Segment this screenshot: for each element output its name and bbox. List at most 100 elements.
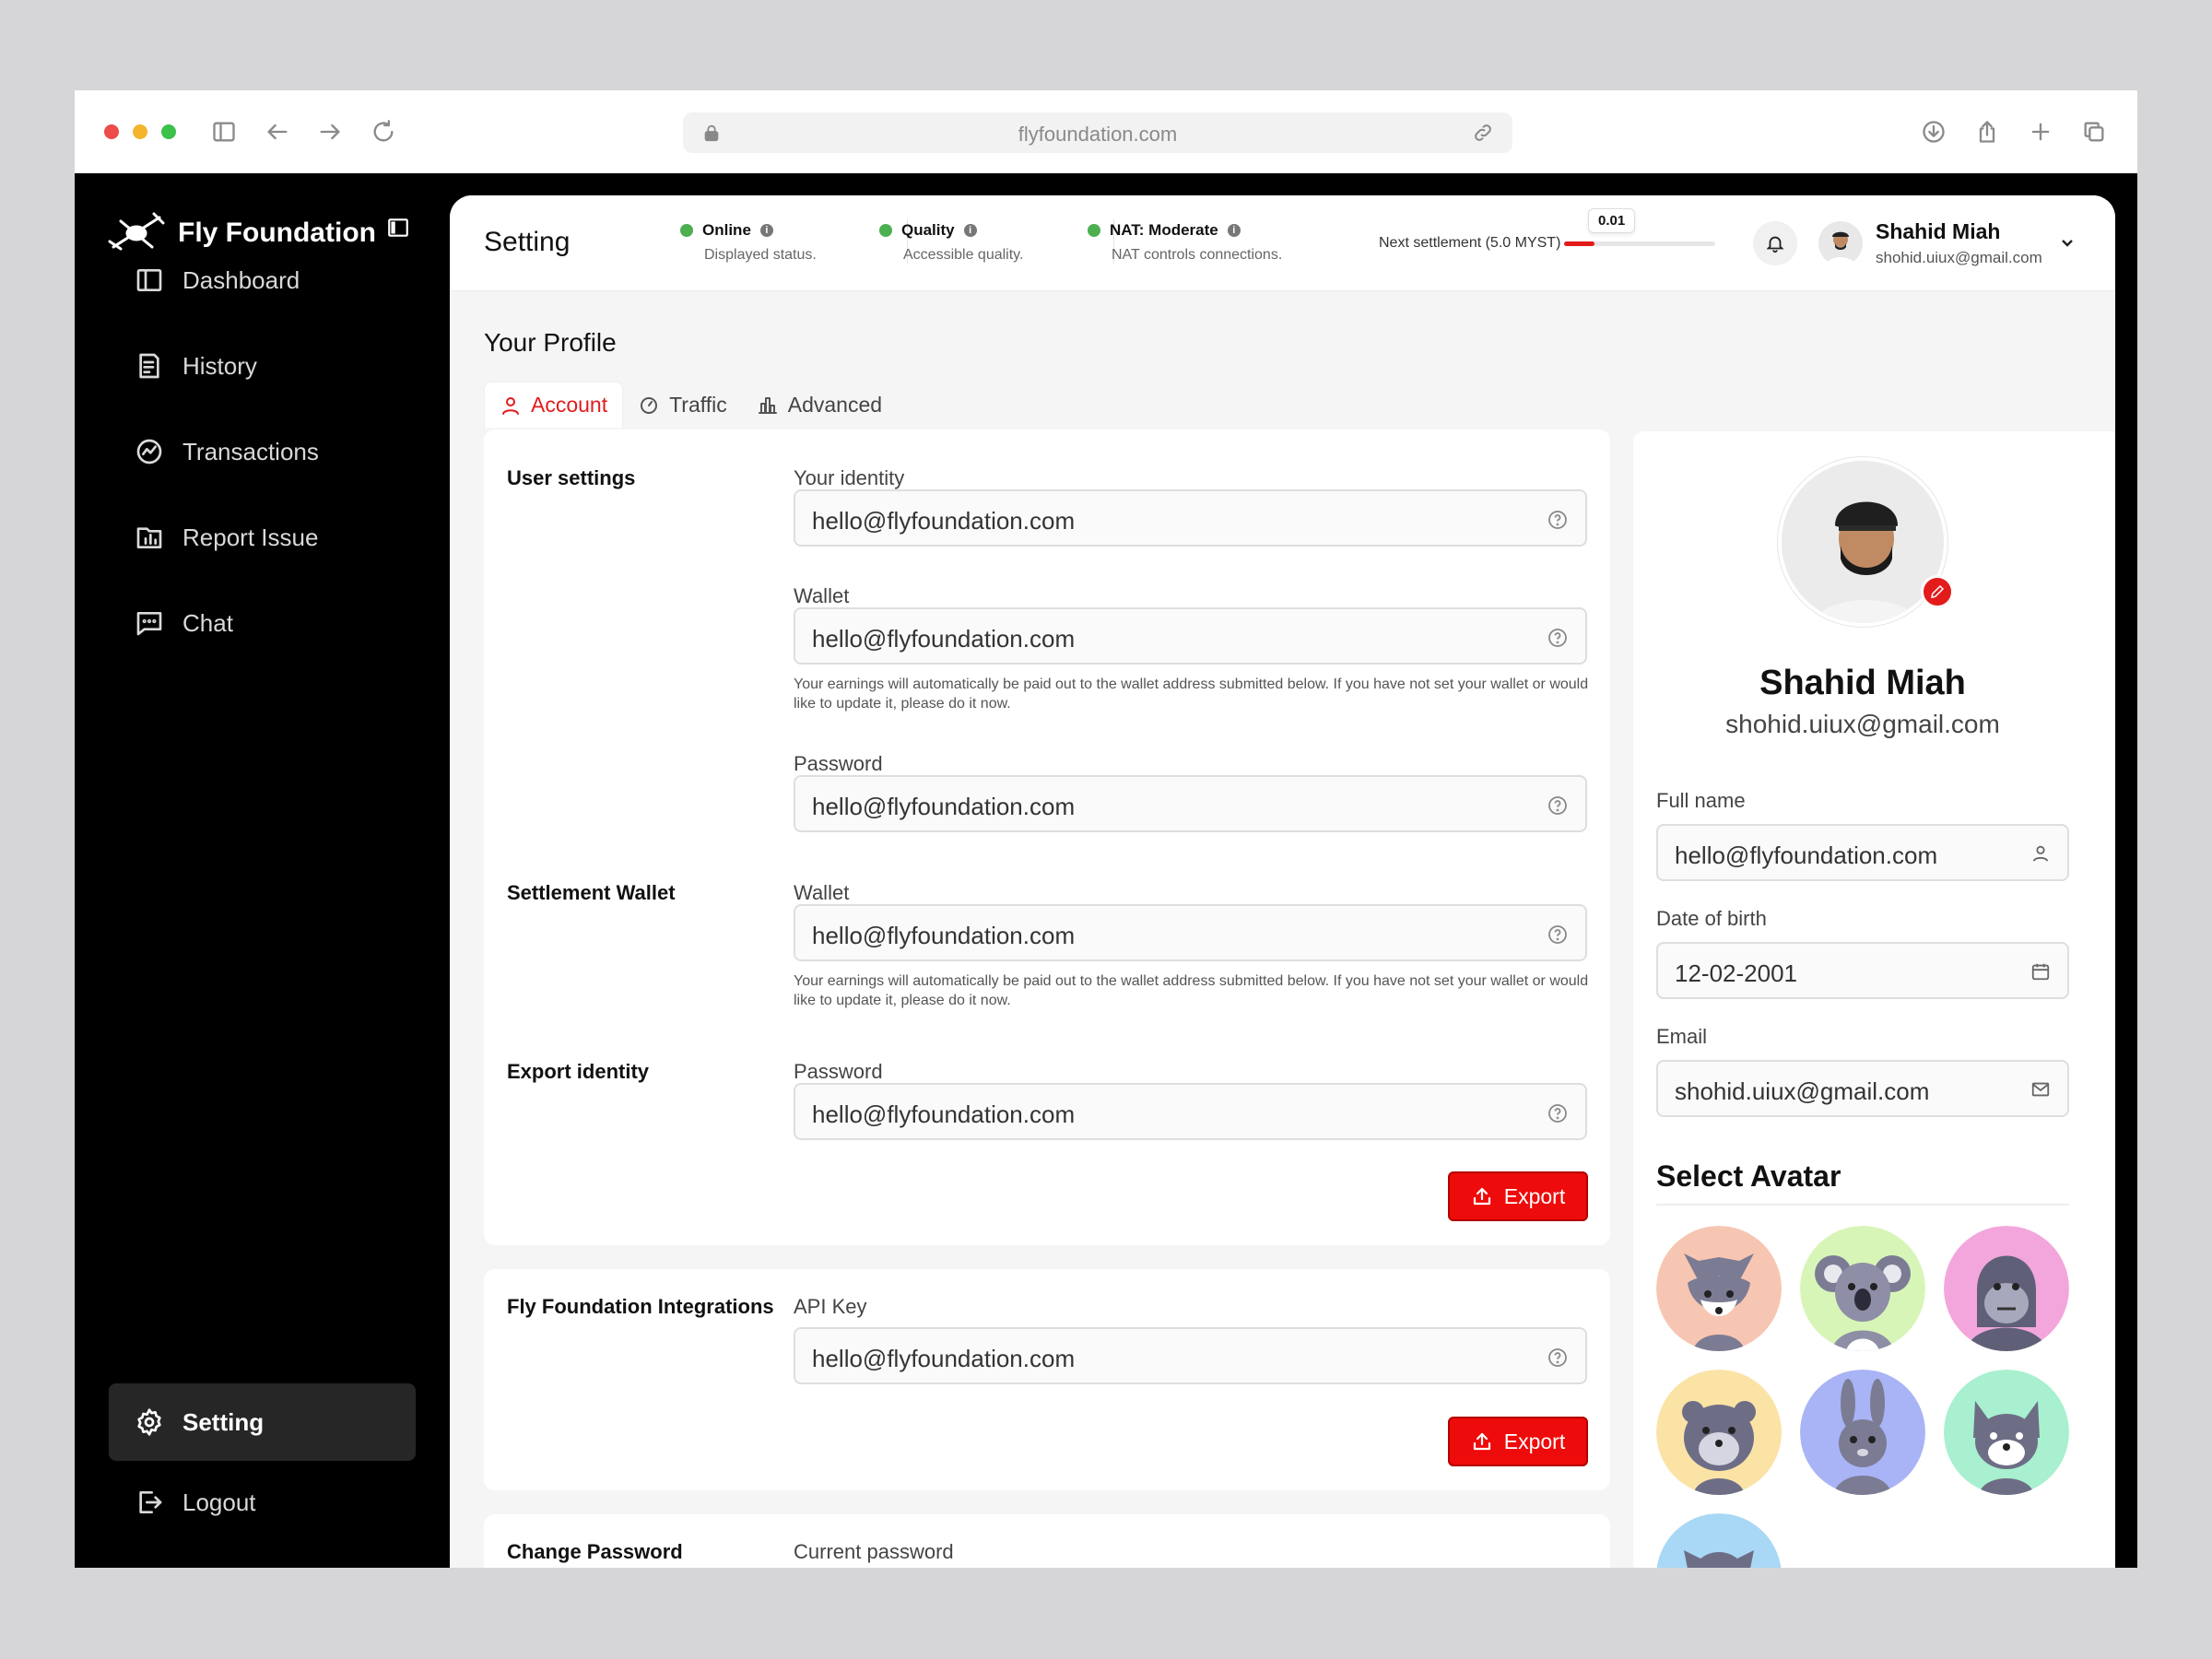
field-label: Current password <box>794 1540 954 1563</box>
pencil-icon <box>1931 584 1945 598</box>
share-icon[interactable] <box>1971 116 2003 147</box>
sidebar-item-report-issue[interactable]: Report Issue <box>109 499 416 576</box>
full-name-input[interactable]: hello@flyfoundation.com <box>1656 824 2069 881</box>
integrations-card: Fly Foundation Integrations API Key hell… <box>484 1269 1610 1490</box>
back-arrow-icon[interactable] <box>262 116 293 147</box>
help-icon[interactable] <box>1547 1102 1569 1124</box>
layout-icon <box>136 269 162 291</box>
chat-icon <box>136 612 162 636</box>
status-title: Quality <box>901 221 955 239</box>
row-label-integrations: Fly Foundation Integrations <box>507 1295 774 1318</box>
field-label: Password <box>794 1060 883 1083</box>
help-icon[interactable] <box>1547 1347 1569 1369</box>
forward-arrow-icon[interactable] <box>314 116 346 147</box>
help-icon[interactable] <box>1547 924 1569 946</box>
profile-tabs: Account Traffic Advanced <box>484 382 897 428</box>
sidebar-item-history[interactable]: History <box>109 327 416 405</box>
tab-traffic[interactable]: Traffic <box>623 382 742 428</box>
sidebar-item-transactions[interactable]: Transactions <box>109 413 416 490</box>
settlement-wallet-input[interactable]: hello@flyfoundation.com <box>794 904 1587 961</box>
status-subtitle: Accessible quality. <box>903 247 1024 263</box>
notification-button[interactable] <box>1753 221 1797 265</box>
help-icon[interactable] <box>1547 509 1569 531</box>
profile-avatar[interactable] <box>1778 457 1947 627</box>
field-label: Your identity <box>794 466 905 489</box>
tab-label: Traffic <box>669 392 727 417</box>
export-password-input[interactable]: hello@flyfoundation.com <box>794 1083 1587 1140</box>
minimize-window-dot[interactable] <box>133 124 147 139</box>
export-api-button[interactable]: Export <box>1448 1417 1588 1466</box>
help-icon[interactable] <box>1547 794 1569 817</box>
reload-icon[interactable] <box>368 116 399 147</box>
sidebar-item-label: Chat <box>182 608 233 637</box>
row-label-settlement-wallet: Settlement Wallet <box>507 881 676 904</box>
info-icon[interactable]: i <box>1227 224 1241 237</box>
tab-advanced[interactable]: Advanced <box>742 382 897 428</box>
fox-avatar[interactable] <box>1656 1226 1782 1351</box>
export-identity-button[interactable]: Export <box>1448 1171 1588 1221</box>
calendar-icon[interactable] <box>2030 961 2051 982</box>
status-subtitle: NAT controls connections. <box>1112 247 1283 263</box>
gorilla-avatar[interactable] <box>1944 1226 2069 1351</box>
status-dot <box>879 224 892 237</box>
koala-avatar[interactable] <box>1800 1226 1925 1351</box>
avatar[interactable] <box>1818 221 1863 265</box>
settlement-value-badge: 0.01 <box>1588 208 1636 233</box>
input-value: hello@flyfoundation.com <box>812 922 1076 949</box>
status-nat: NAT: Moderate i NAT controls connections. <box>1088 221 1282 264</box>
cat-avatar[interactable] <box>1944 1370 2069 1495</box>
email-input[interactable]: shohid.uiux@gmail.com <box>1656 1060 2069 1117</box>
password-input[interactable]: hello@flyfoundation.com <box>794 775 1587 832</box>
input-value: shohid.uiux@gmail.com <box>1675 1077 1930 1105</box>
user-icon <box>2030 843 2051 864</box>
hamster-avatar[interactable] <box>1656 1370 1782 1495</box>
tabs-overview-icon[interactable] <box>2078 116 2110 147</box>
maximize-window-dot[interactable] <box>161 124 176 139</box>
sidebar-item-label: History <box>182 351 257 380</box>
browser-window: flyfoundation.com Fly Foundation Dashboa… <box>75 90 2137 1568</box>
sidebar-toggle-icon[interactable] <box>208 116 240 147</box>
sidebar-item-logout[interactable]: Logout <box>109 1464 416 1541</box>
rabbit-avatar[interactable] <box>1800 1370 1925 1495</box>
identity-input[interactable]: hello@flyfoundation.com <box>794 489 1587 547</box>
sidebar-item-chat[interactable]: Chat <box>109 584 416 662</box>
gauge-icon <box>641 397 658 414</box>
info-icon[interactable]: i <box>963 224 977 237</box>
close-window-dot[interactable] <box>104 124 119 139</box>
status-quality: Quality i Accessible quality. <box>879 221 1023 264</box>
link-icon[interactable] <box>1472 122 1494 144</box>
tab-label: Account <box>531 393 608 417</box>
sidebar: Fly Foundation Dashboard History Transac… <box>75 173 450 1568</box>
chevron-down-icon[interactable] <box>2058 234 2077 253</box>
sidebar-item-dashboard[interactable]: Dashboard <box>109 241 416 319</box>
button-label: Export <box>1503 1183 1566 1208</box>
download-icon[interactable] <box>1918 116 1949 147</box>
report-icon <box>136 527 162 548</box>
document-icon <box>139 353 159 379</box>
date-of-birth-input[interactable]: 12-02-2001 <box>1656 942 2069 999</box>
edit-avatar-button[interactable] <box>1921 575 1954 608</box>
wallet-input[interactable]: hello@flyfoundation.com <box>794 607 1587 665</box>
api-key-input[interactable]: hello@flyfoundation.com <box>794 1327 1587 1384</box>
status-title: NAT: Moderate <box>1110 221 1218 239</box>
dog-avatar[interactable] <box>1656 1513 1782 1568</box>
status-title: Online <box>702 221 751 239</box>
tab-account[interactable]: Account <box>484 382 624 428</box>
profile-email: shohid.uiux@gmail.com <box>1725 710 2000 738</box>
row-label-user-settings: User settings <box>507 466 636 489</box>
bar-chart-icon <box>758 397 777 414</box>
collapse-sidebar-icon[interactable] <box>386 216 410 240</box>
new-tab-icon[interactable] <box>2025 116 2056 147</box>
help-icon[interactable] <box>1547 627 1569 649</box>
sidebar-item-setting[interactable]: Setting <box>109 1383 416 1461</box>
field-label: Date of birth <box>1656 907 1767 930</box>
address-bar[interactable]: flyfoundation.com <box>683 112 1512 153</box>
status-subtitle: Displayed status. <box>704 247 817 263</box>
logout-icon <box>139 1491 162 1513</box>
settlement-progress-fill <box>1564 241 1594 246</box>
input-value: hello@flyfoundation.com <box>812 1100 1076 1128</box>
field-label: API Key <box>794 1295 867 1318</box>
page-title: Setting <box>484 227 571 257</box>
info-icon[interactable]: i <box>759 224 773 237</box>
input-value: hello@flyfoundation.com <box>812 625 1076 653</box>
